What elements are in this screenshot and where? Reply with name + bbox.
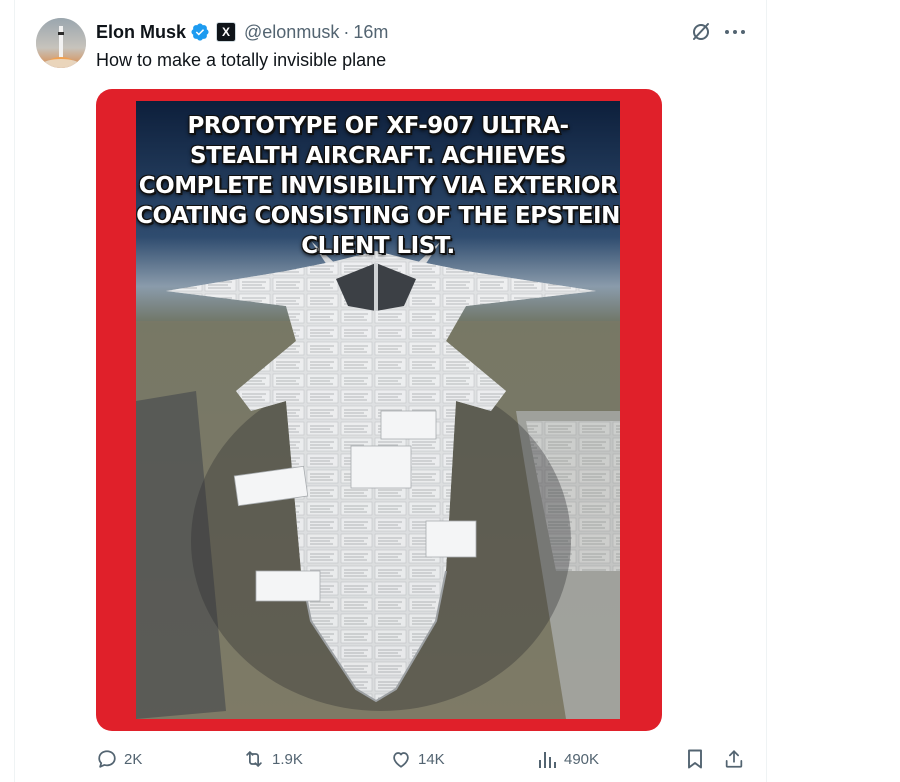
like-icon [390,748,412,770]
post-header: Elon Musk X @elonmusk · 16m [96,20,388,44]
repost-button[interactable]: 1.9K [242,747,303,771]
meme-photo: PROTOTYPE OF XF-907 ULTRA-STEALTH AIRCRA… [136,101,620,719]
x-logo-icon[interactable]: X [216,22,237,42]
post-text: How to make a totally invisible plane [96,50,387,70]
share-button[interactable] [723,747,745,771]
timeline-border-right [766,0,767,782]
meme-caption: PROTOTYPE OF XF-907 ULTRA-STEALTH AIRCRA… [136,113,620,259]
more-icon[interactable] [722,20,748,44]
repost-icon [242,748,266,770]
avatar[interactable] [36,18,86,68]
author-handle[interactable]: @elonmusk [244,22,339,43]
like-button[interactable]: 14K [390,747,445,771]
tweet: Elon Musk X @elonmusk · 16m How to make … [0,0,900,782]
bookmark-button[interactable] [685,747,705,771]
views-icon [538,748,558,770]
repost-count: 1.9K [272,750,303,768]
views-button[interactable]: 490K [538,747,599,771]
verified-icon[interactable] [190,22,210,42]
share-icon [723,748,745,770]
timeline-border-left [14,0,15,782]
view-count: 490K [564,750,600,768]
bookmark-icon [685,748,705,770]
reply-count: 2K [124,750,143,768]
separator-dot: · [343,21,350,42]
post-timestamp[interactable]: 16m [353,22,388,43]
reply-icon [96,748,118,770]
like-count: 14K [418,750,445,768]
reply-button[interactable]: 2K [96,747,142,771]
post-media[interactable]: PROTOTYPE OF XF-907 ULTRA-STEALTH AIRCRA… [96,89,662,731]
author-name[interactable]: Elon Musk [96,22,186,43]
grok-icon[interactable] [689,20,713,44]
